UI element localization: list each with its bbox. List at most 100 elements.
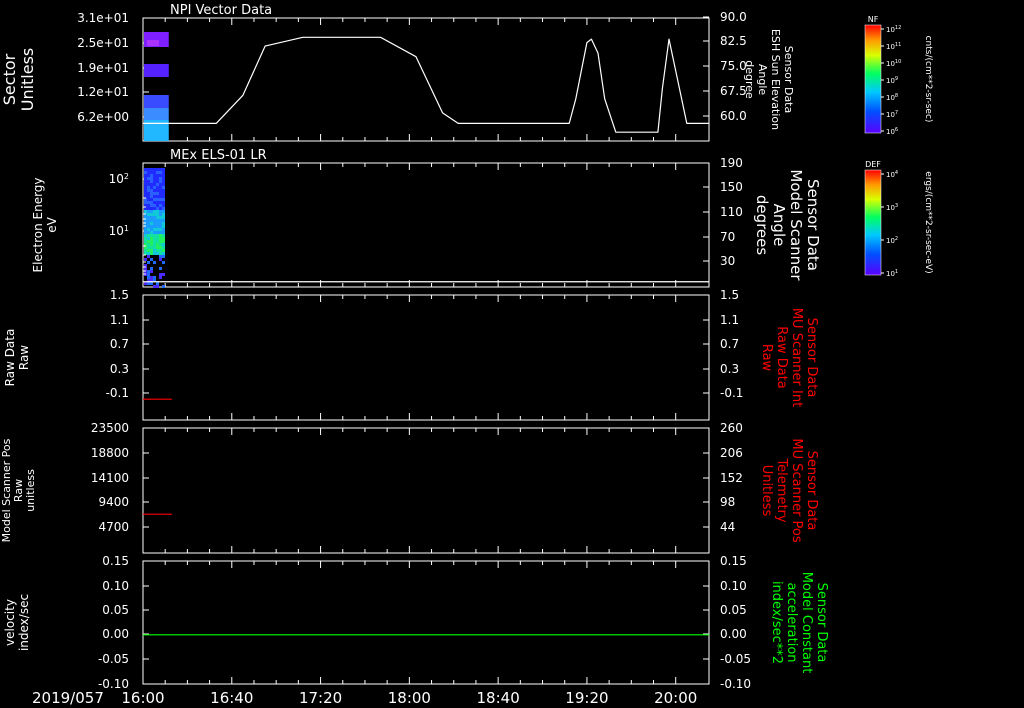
spectrogram-cell — [159, 267, 162, 270]
spectrogram-cell — [159, 189, 162, 192]
spectrogram-cell — [144, 237, 147, 240]
spectrogram-cell — [162, 225, 165, 228]
spectrogram-cell — [159, 222, 162, 225]
y2-axis-label-line: degree — [743, 60, 756, 99]
spectrogram-cell — [153, 192, 156, 195]
spectrogram-cell — [150, 201, 153, 204]
spectrogram-cell — [153, 234, 156, 237]
y2-axis-label: Sensor DataESH Sun ElevationAngledegree — [743, 29, 795, 130]
colorbar-2: DEF 104 103 102 101 ergs/(cm**2-sr-sec-eV) — [864, 160, 933, 278]
spectrogram-cell — [144, 183, 147, 186]
spectrogram-cell — [156, 207, 159, 210]
y2-tick-label: 1.1 — [720, 313, 739, 327]
spectrogram-cell — [162, 213, 165, 216]
y-tick-label: 23500 — [91, 421, 129, 435]
y-axis-label-line: velocity — [3, 599, 17, 646]
spectrogram-cell — [162, 171, 165, 174]
y2-tick-label: 60.0 — [720, 109, 747, 123]
colorbar-tick-label: 106 — [886, 127, 898, 136]
spectrogram-cell — [147, 225, 150, 228]
y2-tick-label: 0.7 — [720, 337, 739, 351]
y2-tick-label: 0.10 — [720, 579, 747, 593]
y-tick-label: 0.05 — [102, 603, 129, 617]
spectrogram-cell — [159, 168, 162, 171]
spectrogram-cell — [156, 216, 159, 219]
spectrogram-cell — [162, 222, 165, 225]
spectrogram-cell — [162, 195, 165, 198]
spectrogram-cell — [156, 252, 159, 255]
spectrogram-cell — [153, 243, 156, 246]
y2-axis-label-line: Sensor Data — [804, 179, 822, 271]
spectrogram-cell — [153, 213, 156, 216]
colorbar-tick-label: 102 — [886, 236, 898, 245]
spectrogram-cell — [159, 207, 162, 210]
spectrogram-cell — [147, 171, 150, 174]
spectrogram-cell — [150, 198, 153, 201]
spectrogram-cell — [153, 207, 156, 210]
y-tick-label: 0.15 — [102, 554, 129, 568]
spectrogram-cell — [144, 186, 147, 189]
spectrogram-cell — [147, 168, 150, 171]
spectrogram-cell — [153, 231, 156, 234]
y2-tick-label: 0.00 — [720, 627, 747, 641]
spectrogram-cell — [147, 219, 150, 222]
spectrogram-cell — [156, 210, 159, 213]
spectrogram-cell — [150, 207, 153, 210]
spectrogram-cell — [150, 258, 153, 261]
spectrogram-cell — [156, 234, 159, 237]
spectrogram-cell — [159, 225, 162, 228]
spectrogram-cell — [156, 204, 159, 207]
spectrogram-cell — [156, 240, 159, 243]
spectrogram-cell — [150, 192, 153, 195]
spectrogram-cell — [159, 258, 162, 261]
spectrogram-cell — [147, 210, 150, 213]
y-tick-label: 0.3 — [110, 362, 129, 376]
y2-tick-label: 206 — [720, 446, 743, 460]
spectrogram-cell — [153, 228, 156, 231]
y2-tick-label: 98 — [720, 495, 735, 509]
spectrogram-cell — [147, 216, 150, 219]
spectrogram-cell — [147, 243, 150, 246]
spectrogram-cell — [144, 231, 147, 234]
date-label: 2019/057 — [32, 689, 104, 707]
y2-tick-label: 0.15 — [720, 554, 747, 568]
spectrogram-cell — [150, 225, 153, 228]
y2-axis-label-line: Raw Data — [774, 326, 789, 389]
spectrogram-cell — [162, 201, 165, 204]
spectrogram-cell — [159, 246, 162, 249]
y-tick-label: 9400 — [98, 495, 129, 509]
panel-frame — [142, 427, 710, 554]
spectrogram-cell — [159, 228, 162, 231]
y-axis-label: Sensor DataModel Scanner PosRawunitless — [0, 438, 37, 542]
spectrogram-cell — [153, 285, 156, 288]
spectrogram-cell — [159, 198, 162, 201]
spectrogram-cell — [162, 240, 165, 243]
colorbar-tick-label: 107 — [886, 110, 898, 119]
y-tick-label: 4700 — [98, 520, 129, 534]
spectrogram-cell — [156, 285, 159, 288]
spectrogram-cell — [153, 276, 156, 279]
spectrogram-cell — [144, 108, 169, 120]
spectrogram-cell — [147, 195, 150, 198]
spectrogram-cell — [159, 234, 162, 237]
spectrogram-cell — [156, 183, 159, 186]
multi-panel-plot: NPI Vector Data 3.1e+01 2.5e+01 1.9e+01 1.2e… — [0, 3, 933, 707]
spectrogram-cell — [153, 168, 156, 171]
y2-tick-label: 150 — [720, 180, 743, 194]
spectrogram-cell — [162, 186, 165, 189]
spectrogram-cell — [162, 237, 165, 240]
y-axis-label-line: Raw Data — [3, 329, 17, 387]
y2-tick-label: 70 — [720, 230, 735, 244]
spectrogram-cell — [156, 180, 159, 183]
spectrogram-cell — [162, 180, 165, 183]
spectrogram-cell — [162, 261, 165, 264]
y2-tick-label: 75.0 — [720, 59, 747, 73]
spectrogram-cell — [144, 258, 147, 261]
spectrogram-cell — [153, 261, 156, 264]
spectrogram-cell — [144, 95, 169, 108]
y2-axis-label-line: index/sec**2 — [769, 581, 784, 664]
spectrogram-cell — [150, 234, 153, 237]
y2-axis-label-line: Angle — [770, 204, 788, 247]
y-tick-label: 6.2e+00 — [77, 110, 129, 124]
spectrogram-cell — [162, 252, 165, 255]
